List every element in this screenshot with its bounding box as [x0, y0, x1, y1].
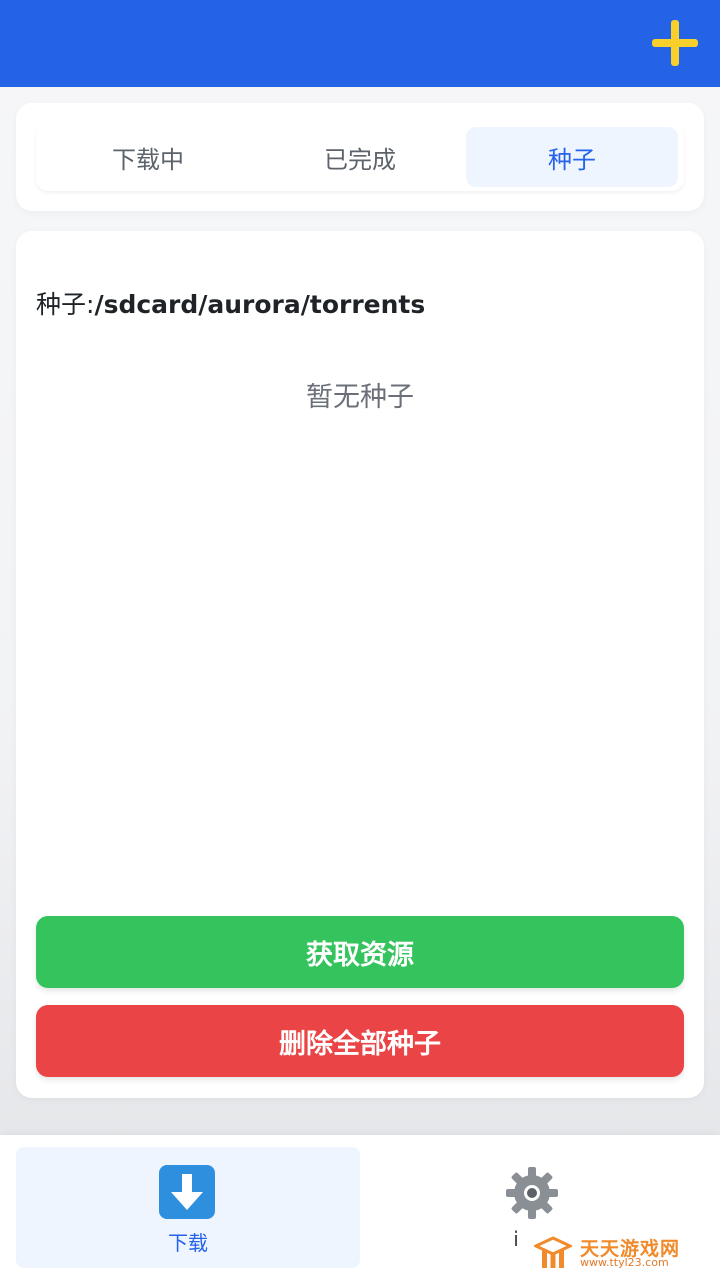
tab-bar: 下载中 已完成 种子: [36, 125, 684, 191]
tabs-card: 下载中 已完成 种子: [16, 103, 704, 211]
watermark: 天天游戏网 www.ttyl23.com: [532, 1232, 704, 1272]
app-header: [0, 0, 720, 87]
add-button[interactable]: [652, 20, 698, 66]
tab-downloading[interactable]: 下载中: [42, 127, 254, 187]
gear-icon: [504, 1165, 560, 1221]
torrent-path: 种子:/sdcard/aurora/torrents: [36, 285, 425, 321]
delete-all-torrents-button[interactable]: 删除全部种子: [36, 1005, 684, 1077]
torrents-panel: 种子:/sdcard/aurora/torrents 暂无种子 获取资源 删除全…: [16, 231, 704, 1098]
torrent-path-value: /sdcard/aurora/torrents: [94, 290, 426, 319]
torrent-path-label: 种子:: [36, 290, 95, 319]
nav-item-download[interactable]: 下载: [16, 1147, 360, 1268]
watermark-logo-icon: [532, 1236, 574, 1270]
watermark-url: www.ttyl23.com: [580, 1256, 669, 1269]
tab-torrents[interactable]: 种子: [466, 127, 678, 187]
tab-completed[interactable]: 已完成: [254, 127, 466, 187]
get-resources-button[interactable]: 获取资源: [36, 916, 684, 988]
download-arrow-icon: [159, 1165, 215, 1219]
bottom-nav: 下载 i 天天游戏网 www.ttyl23.com: [0, 1135, 720, 1280]
empty-state-text: 暂无种子: [306, 382, 414, 413]
nav-label-download: 下载: [168, 1231, 208, 1255]
